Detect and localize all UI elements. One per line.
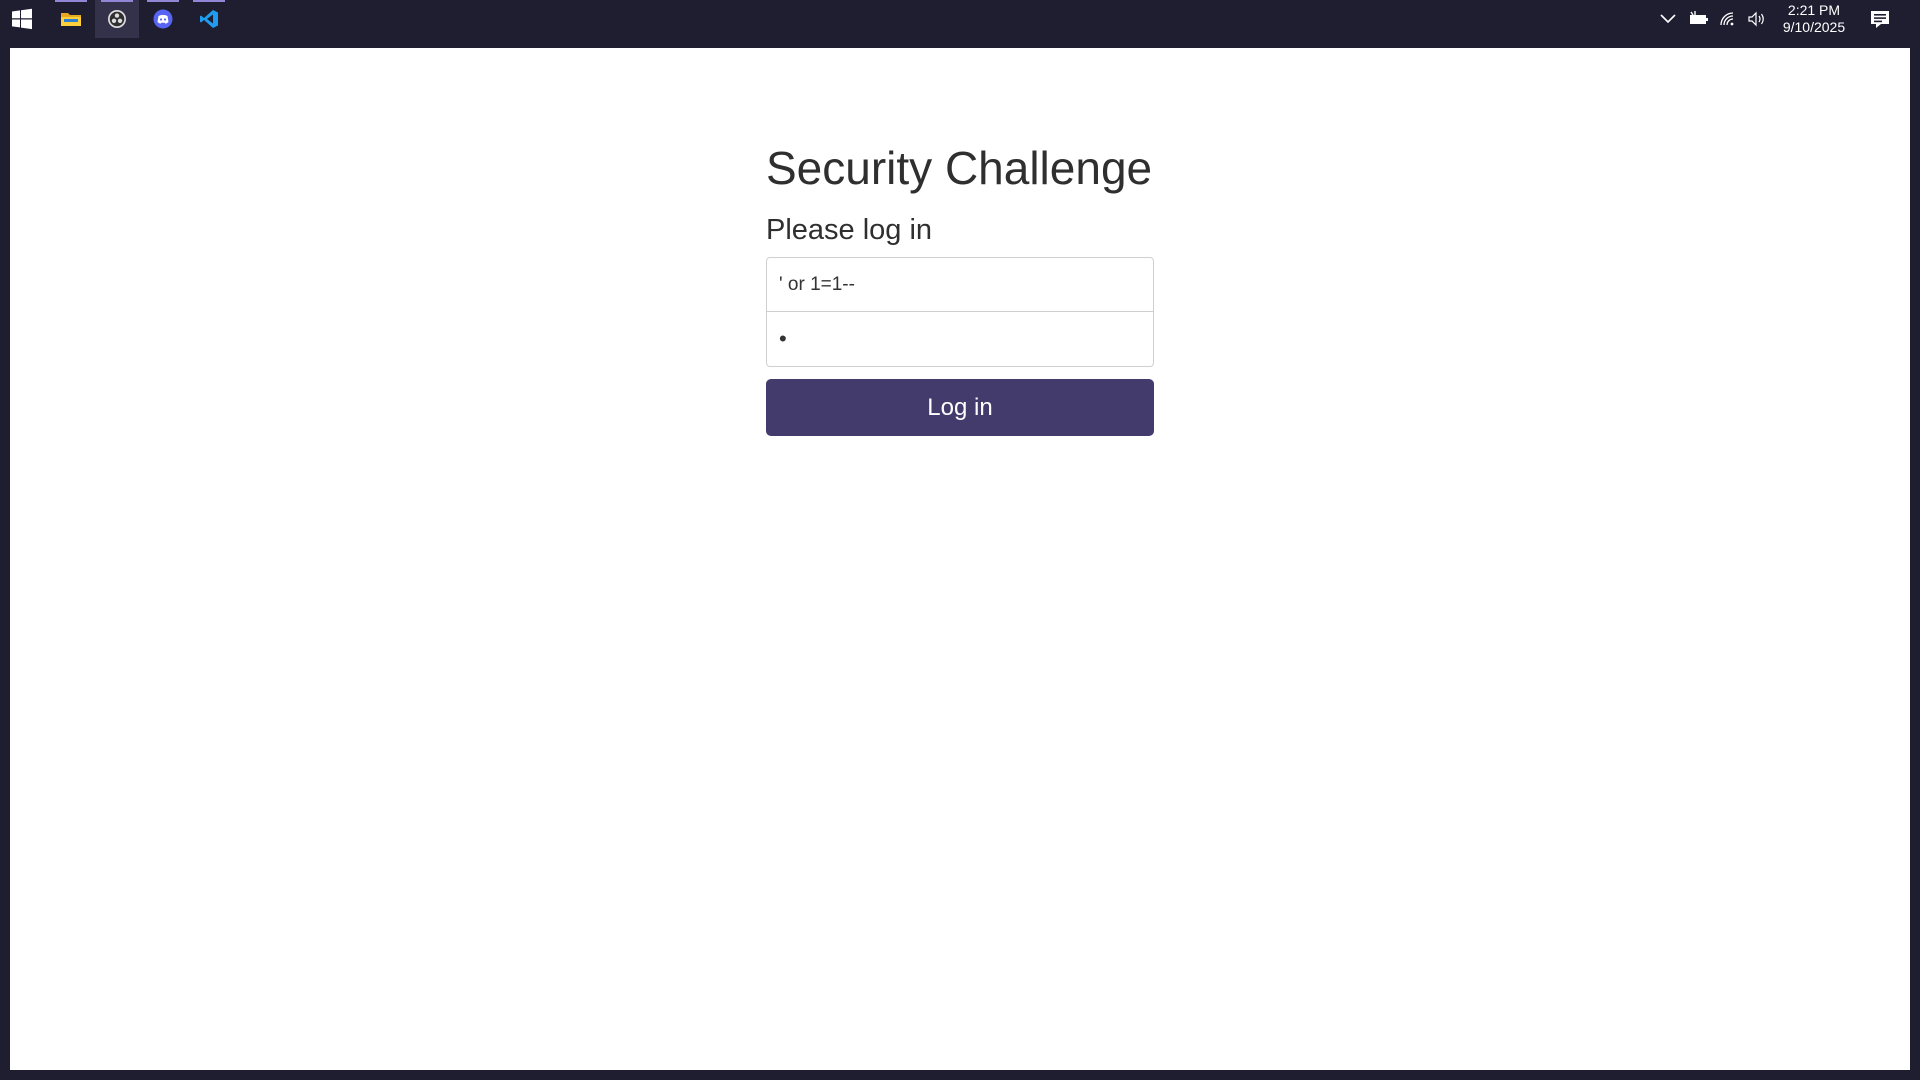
vscode-icon xyxy=(200,10,218,28)
wifi-icon[interactable] xyxy=(1716,0,1742,38)
notification-center-icon[interactable] xyxy=(1866,0,1894,38)
taskbar-app-file-explorer[interactable] xyxy=(49,0,93,38)
battery-charging-icon[interactable] xyxy=(1686,0,1712,38)
obs-icon xyxy=(108,10,126,28)
taskbar-app-discord[interactable] xyxy=(141,0,185,38)
clock-time: 2:21 PM xyxy=(1787,2,1841,18)
clock-date: 9/10/2025 xyxy=(1782,19,1846,35)
page-title: Security Challenge xyxy=(766,142,1153,194)
login-button[interactable]: Log in xyxy=(766,379,1154,436)
discord-icon xyxy=(153,9,173,29)
login-subtitle: Please log in xyxy=(766,214,933,246)
show-hidden-icons-chevron-icon[interactable] xyxy=(1656,0,1680,38)
windows-start-icon[interactable] xyxy=(6,0,38,38)
volume-icon[interactable] xyxy=(1744,0,1770,38)
folder-icon xyxy=(61,13,81,26)
taskbar-app-obs[interactable] xyxy=(95,0,139,38)
username-input[interactable] xyxy=(766,257,1154,312)
browser-viewport: Security Challenge Please log in Log in xyxy=(10,48,1910,1070)
login-form: Security Challenge Please log in Log in xyxy=(766,138,1154,436)
taskbar-clock[interactable]: 2:21 PM 9/10/2025 xyxy=(1772,1,1856,37)
taskbar-app-vscode[interactable] xyxy=(187,0,231,38)
taskbar: 2:21 PM 9/10/2025 xyxy=(0,0,1920,38)
password-input[interactable] xyxy=(766,312,1154,367)
